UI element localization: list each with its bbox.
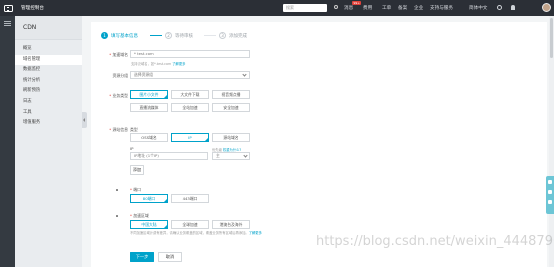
sidebar-item-monitor[interactable]: 数据监控 xyxy=(15,65,82,76)
step-2: 2 等待审核 xyxy=(165,32,193,39)
biz-option-dcdn[interactable]: 全站加速 xyxy=(171,103,209,112)
menu-support[interactable]: 支持与服务 xyxy=(430,5,453,11)
sidebar-item-overview[interactable]: 概览 xyxy=(15,44,82,55)
sidebar-item-tools[interactable]: 工具 xyxy=(15,108,82,119)
group-label: 资源分组 xyxy=(112,73,128,78)
scrollbar-thumb[interactable] xyxy=(550,18,553,58)
domain-help: 支持泛域名，如*.test.com 了解更多 xyxy=(131,62,186,66)
sidebar-item-vas[interactable]: 增值服务 xyxy=(15,118,82,129)
bullet xyxy=(116,215,118,217)
console-title[interactable]: 管理控制台 xyxy=(21,5,44,11)
watermark: https://blog.csdn.net/weixin_44487968 xyxy=(316,234,554,249)
bullet xyxy=(116,189,118,191)
form-card: 1 填写基本信息 2 等待审核 3 添加完成 * 加速域名 * test.com… xyxy=(91,22,547,267)
origin-type-ip[interactable]: IP xyxy=(171,133,209,142)
menu-billing[interactable]: 费用 xyxy=(363,5,372,11)
aliyun-logo-icon[interactable] xyxy=(4,4,13,12)
message-badge: 99+ xyxy=(352,1,362,5)
search-icon[interactable] xyxy=(334,5,338,9)
top-icon[interactable] xyxy=(548,200,552,204)
port-label: * 端口 xyxy=(130,187,141,192)
step-3: 3 添加完成 xyxy=(219,32,247,39)
next-button[interactable]: 下一步 xyxy=(130,252,154,262)
ip-input[interactable]: IP地址 (1个IP) xyxy=(130,152,208,160)
biz-label: * 业务类型 xyxy=(109,93,128,98)
search-input[interactable]: 搜索 xyxy=(283,4,327,12)
sidebar-item-domain[interactable]: 域名管理 xyxy=(15,54,82,66)
scope-help: 不同加速区域计费有差异，请确认业务覆盖的区域，覆盖业务所有区域后再添加。了解更多 xyxy=(130,231,262,235)
menu-language[interactable]: 简体中文 xyxy=(469,5,487,11)
menu-icp[interactable]: 备案 xyxy=(398,5,407,11)
menu-enterprise[interactable]: 企业 xyxy=(414,5,423,11)
origin-type-domain[interactable]: 源站域名 xyxy=(212,133,250,142)
ip-label: IP xyxy=(130,146,134,151)
scope-help-link[interactable]: 了解更多 xyxy=(249,231,262,235)
step-line-1 xyxy=(150,35,162,36)
bell-icon[interactable] xyxy=(511,5,515,10)
group-select[interactable]: 选择资源组 xyxy=(130,71,250,79)
domain-input[interactable]: * test.com xyxy=(130,50,250,58)
sidebar-item-stats[interactable]: 统计分析 xyxy=(15,76,82,87)
biz-option-small-file[interactable]: 图片小文件 xyxy=(130,90,168,99)
step-1: 1 填写基本信息 xyxy=(101,32,138,39)
domain-help-link[interactable]: 了解更多 xyxy=(172,62,185,66)
top-navbar: 管理控制台 搜索 99+ 消息 费用 工单 备案 企业 支持与服务 简体中文 xyxy=(0,0,554,16)
scope-option-mainland[interactable]: 中国大陆 xyxy=(130,220,168,229)
scope-option-overseas[interactable]: 港澳台及海外 xyxy=(212,220,250,229)
sidebar: CDN 概览 域名管理 数据监控 统计分析 刷新预热 日志 工具 增值服务 xyxy=(15,16,82,267)
feedback-icon[interactable] xyxy=(548,190,552,194)
port-option-80[interactable]: 80端口 xyxy=(130,194,168,203)
sidebar-title: CDN xyxy=(15,16,82,40)
biz-option-live[interactable]: 直播流媒体 xyxy=(130,103,168,112)
step-line-2 xyxy=(204,35,216,36)
page-scrollbar[interactable] xyxy=(549,16,554,267)
sidebar-item-logs[interactable]: 日志 xyxy=(15,97,82,108)
biz-option-vod[interactable]: 视音频点播 xyxy=(212,90,250,99)
origin-label: * 源站信息 xyxy=(109,127,128,132)
chat-icon[interactable] xyxy=(548,180,552,184)
scope-label: * 加速区域 xyxy=(130,213,149,218)
biz-option-large-file[interactable]: 大文件下载 xyxy=(171,90,209,99)
sidebar-item-refresh[interactable]: 刷新预热 xyxy=(15,86,82,97)
floating-help-tool[interactable] xyxy=(546,176,554,214)
menu-ticket[interactable]: 工单 xyxy=(382,5,391,11)
menu-icon[interactable] xyxy=(4,21,11,22)
origin-type-oss[interactable]: OSS域名 xyxy=(130,133,168,142)
scope-option-global[interactable]: 全球加速 xyxy=(171,220,209,229)
menu-messages[interactable]: 消息 xyxy=(344,5,353,11)
biz-option-secure[interactable]: 安全加速 xyxy=(212,103,250,112)
avatar[interactable] xyxy=(542,3,551,12)
main-content: 1 填写基本信息 2 等待审核 3 添加完成 * 加速域名 * test.com… xyxy=(87,16,547,267)
domain-label: * 加速域名 xyxy=(109,52,128,57)
port-option-443[interactable]: 443端口 xyxy=(171,194,209,203)
add-origin-button[interactable]: 添加 xyxy=(130,165,144,175)
product-rail xyxy=(0,16,15,267)
gear-icon[interactable] xyxy=(497,5,502,10)
step-indicator: 1 填写基本信息 2 等待审核 3 添加完成 xyxy=(101,32,521,42)
cancel-button[interactable]: 取消 xyxy=(158,252,182,262)
